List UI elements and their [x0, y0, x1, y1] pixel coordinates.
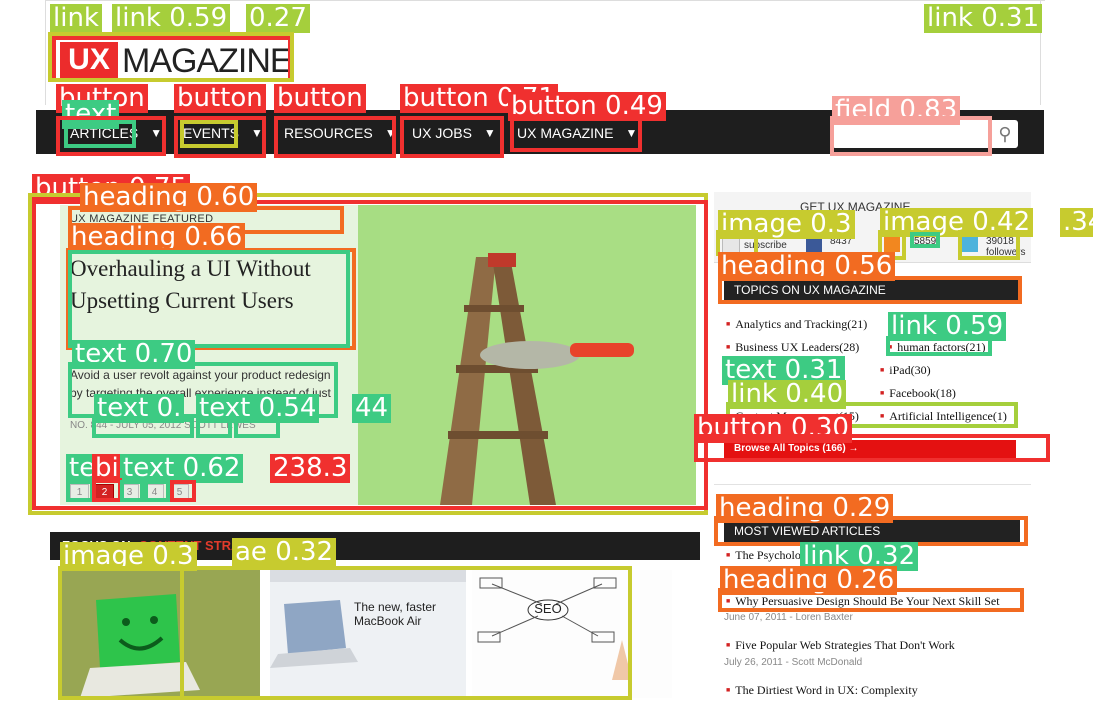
article-link[interactable]: The Dirtiest Word in UX: Complexity: [726, 683, 917, 698]
overlay-label: button: [274, 84, 366, 113]
topic-link[interactable]: Analytics and Tracking(21): [726, 317, 867, 332]
featured-pager: 1 2 3 4 5: [70, 484, 189, 501]
article-link[interactable]: Why Persuasive Design Should Be Your Nex…: [726, 594, 999, 609]
topic-link[interactable]: Business UX Leaders(28): [726, 340, 859, 355]
nav-ux-jobs-button[interactable]: UX JOBS ▼: [412, 122, 496, 144]
header-right-border: [1040, 0, 1041, 105]
nav-resources-button[interactable]: RESOURCES ▼: [284, 122, 397, 144]
topic-link[interactable]: Artificial Intelligence(1): [880, 409, 1007, 424]
pager-page-2[interactable]: 2: [95, 484, 114, 501]
twitter-count: 39018 followers: [986, 236, 1026, 258]
chevron-down-icon: ▼: [251, 126, 263, 140]
nav-item-label: UX JOBS: [412, 125, 472, 141]
article-author-link[interactable]: Loren Baxter: [796, 612, 853, 623]
article-date: June 07, 2011: [724, 612, 787, 623]
topics-heading: TOPICS ON UX MAGAZINE: [724, 279, 1020, 301]
seo-diagram-image[interactable]: SEO: [472, 570, 672, 698]
macbook-headline: The new, faster MacBook Air: [354, 600, 437, 628]
topic-link[interactable]: Facebook(18): [880, 386, 956, 401]
focus-label: FOCUS ON: CONTENT STRATEGY: [62, 538, 275, 553]
twitter-icon[interactable]: [962, 236, 978, 252]
overlay-label: heading 0.29: [716, 494, 894, 523]
chevron-down-icon: ▼: [384, 126, 397, 140]
overlay-label: button: [56, 84, 148, 113]
seo-label: SEO: [534, 601, 562, 616]
browse-all-topics-button[interactable]: Browse All Topics (166) →: [724, 440, 1016, 458]
logo-mark[interactable]: UX: [60, 42, 118, 78]
macbook-ad-image[interactable]: The new, faster MacBook Air: [270, 570, 466, 698]
nav-ux-magazine-button[interactable]: UX MAGAZINE ▼: [517, 122, 637, 144]
macbook-illustration: [270, 570, 466, 698]
search-input[interactable]: [832, 120, 1018, 148]
chevron-down-icon: ▼: [150, 126, 163, 140]
seo-diagram-illustration: [472, 570, 672, 698]
most-viewed-heading: MOST VIEWED ARTICLES: [724, 520, 1020, 542]
overlay-label: text 0.31: [722, 356, 846, 385]
focus-label-text: FOCUS ON:: [62, 538, 135, 553]
pager-page-5[interactable]: 5: [170, 484, 189, 501]
overlay-label: link 0.31: [924, 4, 1043, 33]
rss-count: 5859: [914, 236, 937, 247]
nav-item-label: ARTICLES: [70, 125, 139, 141]
facebook-icon[interactable]: [806, 236, 822, 252]
featured-label: UX MAGAZINE FEATURED: [70, 213, 214, 225]
featured-text-panel: [60, 205, 358, 505]
nav-articles-button[interactable]: ARTICLES ▼: [70, 122, 162, 144]
header-top-line: [45, 0, 1045, 1]
header-left-border: [45, 0, 46, 105]
overlay-label: link 0.59: [888, 312, 1007, 341]
featured-description: Avoid a user revolt against your product…: [70, 368, 331, 400]
overlay-label: link: [50, 4, 102, 33]
facebook-count: 8437: [830, 236, 853, 247]
pager-page-4[interactable]: 4: [145, 484, 164, 501]
nav-item-label: UX MAGAZINE: [517, 125, 614, 141]
rss-icon[interactable]: [884, 236, 900, 252]
logo-wordmark[interactable]: MAGAZINE: [122, 42, 293, 80]
nav-item-label: EVENTS: [183, 125, 240, 141]
chevron-down-icon: ▼: [483, 126, 496, 140]
topic-link[interactable]: iPad(30): [880, 363, 930, 378]
overlay-label: link 0.40: [728, 380, 847, 409]
article-meta: June 07, 2011 - Loren Baxter: [724, 612, 853, 623]
pager-page-3[interactable]: 3: [120, 484, 139, 501]
overlay-label: link 0.59: [112, 4, 231, 33]
overlay-label: heading 0.26: [720, 566, 898, 595]
overlay-label: button 0.71: [400, 84, 558, 113]
topic-link[interactable]: human factors(21): [888, 340, 985, 355]
overlay-label: button: [174, 84, 266, 113]
email-icon[interactable]: [722, 236, 740, 254]
featured-author-link[interactable]: SCOTT LEWES: [184, 420, 256, 431]
article-meta: July 26, 2011 - Scott McDonald: [724, 657, 863, 668]
article-link[interactable]: Five Popular Web Strategies That Don't W…: [726, 638, 955, 653]
focus-topic-link[interactable]: CONTENT STRATEGY: [139, 538, 275, 553]
get-ux-magazine-heading: GET UX MAGAZINE: [800, 200, 911, 214]
featured-meta-number: NO. 844 - JULY 05, 2012: [70, 420, 182, 431]
ladder-image: [380, 205, 696, 505]
overlay-label: 0.27: [246, 4, 310, 33]
subscribe-label[interactable]: subscribe: [744, 240, 787, 251]
panel-divider: [714, 484, 1031, 485]
nav-item-label: RESOURCES: [284, 125, 373, 141]
article-link[interactable]: The Psychology of Content: [726, 548, 867, 563]
smiley-laptop-image[interactable]: [60, 570, 260, 698]
article-author-link[interactable]: Scott McDonald: [792, 657, 863, 668]
overlay-label: .34: [1060, 208, 1093, 237]
featured-meta: NO. 844 - JULY 05, 2012 SCOTT LEWES: [70, 420, 256, 431]
topic-link[interactable]: Content Management(15): [726, 409, 859, 424]
search-icon[interactable]: ⚲: [992, 120, 1018, 148]
featured-title-heading[interactable]: Overhauling a UI Without Upsetting Curre…: [70, 253, 350, 317]
chevron-down-icon: ▼: [625, 126, 638, 140]
article-date: July 26, 2011: [724, 657, 783, 668]
nav-events-button[interactable]: EVENTS ▼: [183, 122, 263, 144]
overlay-label: button 0.75: [32, 174, 190, 203]
pager-page-1[interactable]: 1: [70, 484, 89, 501]
